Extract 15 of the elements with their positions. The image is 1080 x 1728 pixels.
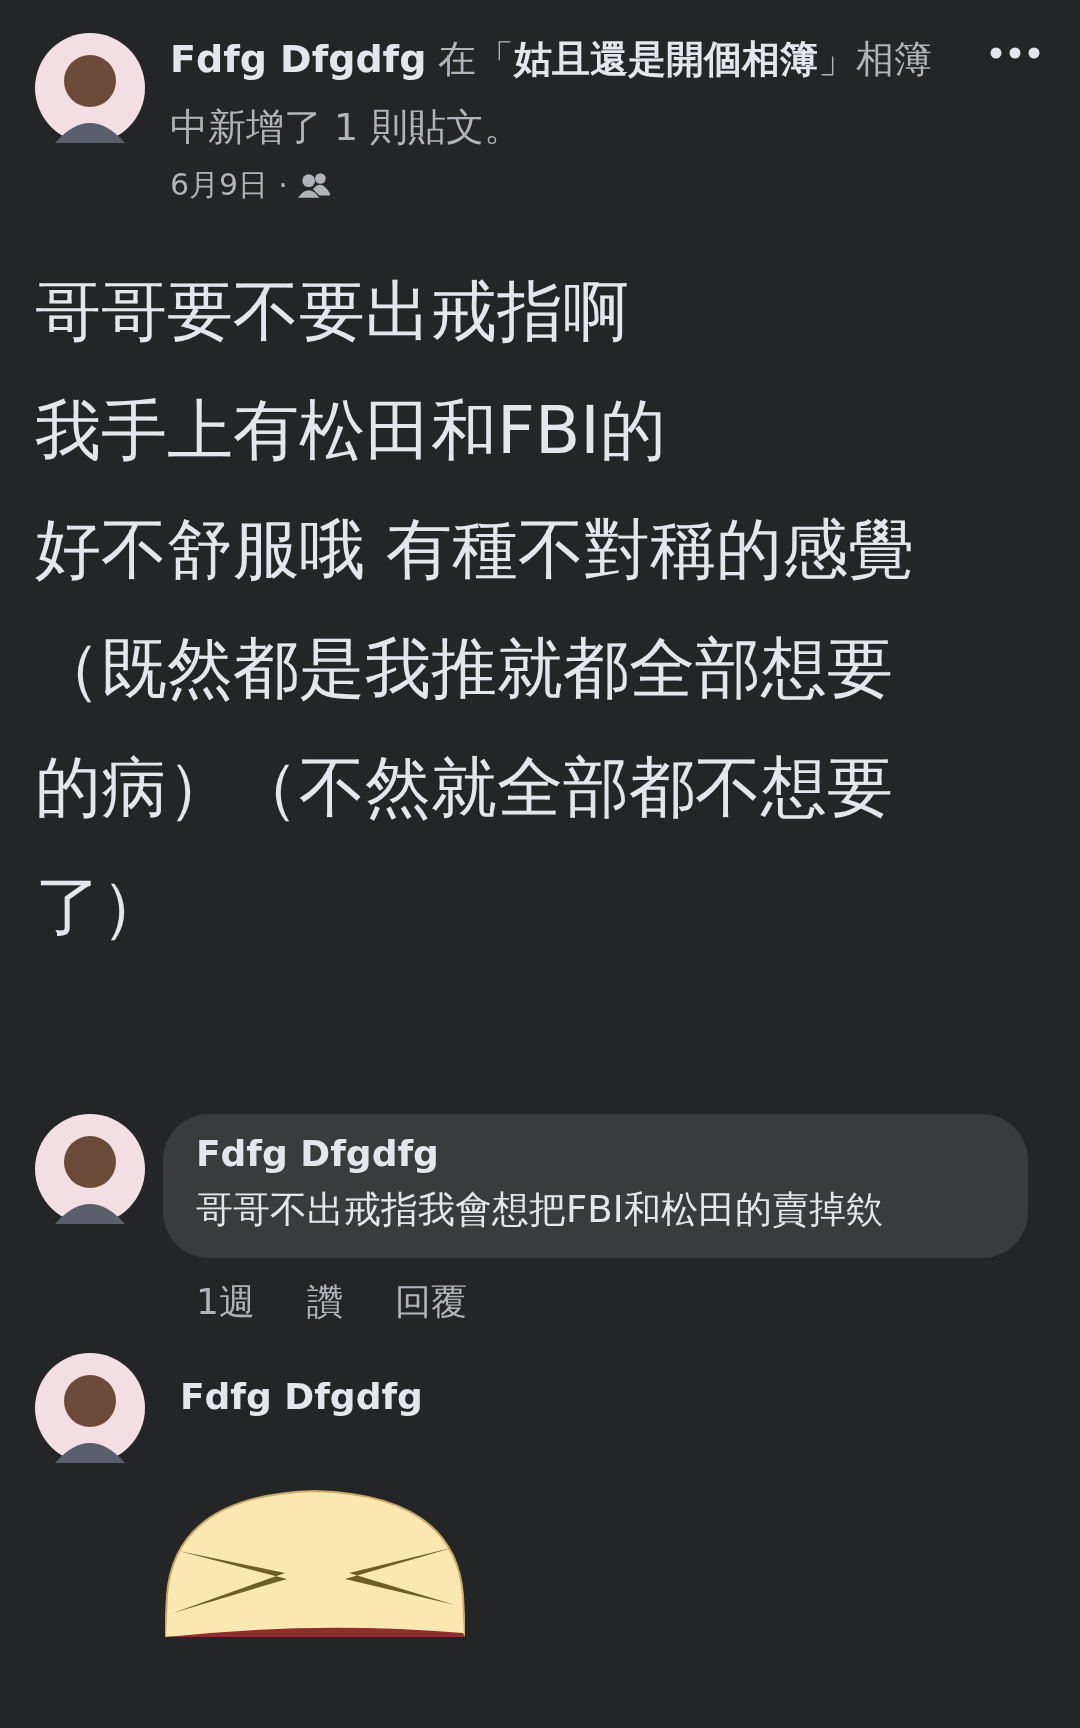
post-header-text: Fdfg Dfgdfg 在「姑且還是開個相簿」相簿中新增了 1 則貼文。 xyxy=(170,36,934,151)
comment-time: 1週 xyxy=(196,1280,255,1324)
comment-author[interactable]: Fdfg Dfgdfg xyxy=(180,1371,465,1423)
comment-action-link[interactable]: 回覆 xyxy=(394,1278,467,1327)
comment-action-link[interactable]: 讚 xyxy=(306,1278,343,1327)
post-text-line: 好不舒服哦 有種不對稱的感覺 xyxy=(35,510,915,590)
comment-text: 哥哥不出戒指我會想把FBI和松田的賣掉欸 xyxy=(196,1187,884,1233)
comment-author[interactable]: Fdfg Dfgdfg xyxy=(196,1128,996,1180)
post-text-line: （既然都是我推就都全部想要 xyxy=(35,629,894,709)
post-text-line: 哥哥要不要出戒指啊 xyxy=(35,272,630,352)
separator-dot: · xyxy=(278,168,288,203)
post-text-line: 的病）（不然就全部都不想要 xyxy=(35,748,894,828)
post-text-line: 我手上有松田和FBI的 xyxy=(35,391,667,471)
post-text-line: 了） xyxy=(35,867,168,947)
post-date[interactable]: 6月9日 xyxy=(170,165,269,206)
